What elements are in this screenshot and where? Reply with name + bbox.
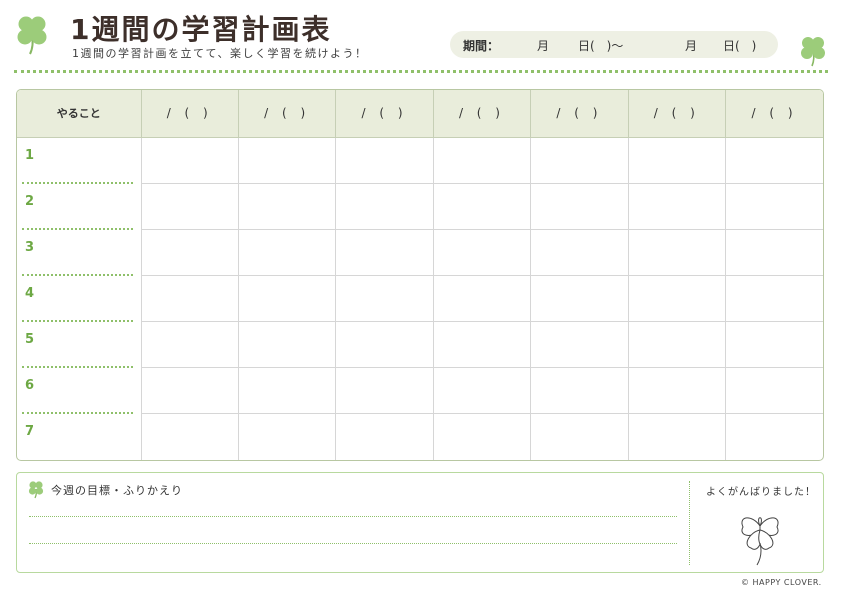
plan-cell[interactable] xyxy=(238,183,337,231)
plan-cell[interactable] xyxy=(628,137,727,185)
period-month-end: 月 xyxy=(685,39,698,53)
day-header: / ( ) xyxy=(238,90,337,138)
plan-cell[interactable] xyxy=(530,413,629,460)
plan-cell[interactable] xyxy=(725,367,823,415)
day-header: / ( ) xyxy=(335,90,434,138)
plan-cell[interactable] xyxy=(725,275,823,323)
period-label: 期間： xyxy=(463,39,500,53)
plan-cell[interactable] xyxy=(628,413,727,460)
task-number: 3 xyxy=(17,229,142,276)
period-box: 期間： 月 日( )～ 月 日( ) xyxy=(450,31,778,58)
plan-cell[interactable] xyxy=(335,413,434,460)
plan-cell[interactable] xyxy=(141,183,239,231)
plan-cell[interactable] xyxy=(335,321,434,369)
plan-cell[interactable] xyxy=(141,413,239,460)
plan-cell[interactable] xyxy=(726,414,823,460)
table-row: 1 xyxy=(17,137,823,185)
day-header: / ( ) xyxy=(530,90,629,138)
plan-cell[interactable] xyxy=(433,367,532,415)
table-row: 3 xyxy=(17,229,823,277)
day-header: / ( ) xyxy=(141,90,239,138)
plan-cell[interactable] xyxy=(141,321,239,369)
goal-divider xyxy=(689,481,690,565)
plan-cell[interactable] xyxy=(238,321,337,369)
plan-cell[interactable] xyxy=(238,367,337,415)
table-row: 2 xyxy=(17,183,823,231)
plan-cell[interactable] xyxy=(433,321,532,369)
table-row: 4 xyxy=(17,275,823,323)
clover-icon xyxy=(797,33,829,67)
task-number: 5 xyxy=(17,321,142,368)
table-row: 5 xyxy=(17,321,823,369)
plan-cell[interactable] xyxy=(530,321,629,369)
plan-cell[interactable] xyxy=(238,229,337,277)
plan-cell[interactable] xyxy=(628,367,727,415)
plan-cell[interactable] xyxy=(433,183,532,231)
praise-label: よくがんばりました！ xyxy=(706,487,816,498)
plan-cell[interactable] xyxy=(335,367,434,415)
plan-cell[interactable] xyxy=(530,275,629,323)
task-number: 1 xyxy=(17,137,142,184)
plan-cell[interactable] xyxy=(628,183,727,231)
table-header-row: やること / ( ) / ( ) / ( ) / ( ) / ( ) / ( )… xyxy=(17,90,823,138)
schedule-table: やること / ( ) / ( ) / ( ) / ( ) / ( ) / ( )… xyxy=(16,89,824,461)
plan-cell[interactable] xyxy=(725,321,823,369)
header-divider xyxy=(14,70,828,73)
goal-writing-line[interactable] xyxy=(29,516,677,517)
table-row: 7 xyxy=(17,413,823,460)
period-month-start: 月 xyxy=(537,39,550,53)
plan-cell[interactable] xyxy=(628,321,727,369)
plan-cell[interactable] xyxy=(530,367,629,415)
plan-cell[interactable] xyxy=(335,183,434,231)
plan-cell[interactable] xyxy=(530,229,629,277)
task-number: 7 xyxy=(17,413,142,460)
plan-cell[interactable] xyxy=(238,137,337,185)
page-title: 1週間の学習計画表 xyxy=(70,13,332,46)
plan-cell[interactable] xyxy=(725,137,823,185)
todo-header: やること xyxy=(17,90,142,138)
plan-cell[interactable] xyxy=(141,367,239,415)
plan-cell[interactable] xyxy=(238,275,337,323)
plan-cell[interactable] xyxy=(141,137,239,185)
plan-cell[interactable] xyxy=(433,413,532,460)
plan-cell[interactable] xyxy=(628,275,727,323)
clover-outline-icon xyxy=(733,501,787,567)
task-number: 4 xyxy=(17,275,142,322)
plan-cell[interactable] xyxy=(238,413,337,460)
plan-cell[interactable] xyxy=(433,229,532,277)
copyright-text: © HAPPY CLOVER. xyxy=(741,578,822,587)
goal-writing-line[interactable] xyxy=(29,543,677,544)
goal-label: 今週の目標・ふりかえり xyxy=(51,484,183,497)
table-row: 6 xyxy=(17,367,823,415)
period-day-end: 日( ) xyxy=(723,39,757,53)
period-day-start: 日( )～ xyxy=(578,39,624,53)
plan-cell[interactable] xyxy=(141,229,239,277)
page-subtitle: 1週間の学習計画を立てて、楽しく学習を続けよう！ xyxy=(72,47,368,60)
plan-cell[interactable] xyxy=(335,137,434,185)
plan-cell[interactable] xyxy=(725,229,823,277)
plan-cell[interactable] xyxy=(530,137,629,185)
task-number: 2 xyxy=(17,183,142,230)
day-header: / ( ) xyxy=(433,90,532,138)
day-header: / ( ) xyxy=(628,90,727,138)
plan-cell[interactable] xyxy=(433,275,532,323)
clover-icon xyxy=(12,12,52,56)
plan-cell[interactable] xyxy=(433,137,532,185)
goal-reflection-box: 今週の目標・ふりかえり よくがんばりました！ xyxy=(16,472,824,573)
clover-icon xyxy=(26,479,46,499)
plan-cell[interactable] xyxy=(725,183,823,231)
plan-cell[interactable] xyxy=(141,275,239,323)
plan-cell[interactable] xyxy=(628,229,727,277)
plan-cell[interactable] xyxy=(335,229,434,277)
day-header: / ( ) xyxy=(725,90,823,138)
task-number: 6 xyxy=(17,367,142,414)
plan-cell[interactable] xyxy=(335,275,434,323)
plan-cell[interactable] xyxy=(530,183,629,231)
